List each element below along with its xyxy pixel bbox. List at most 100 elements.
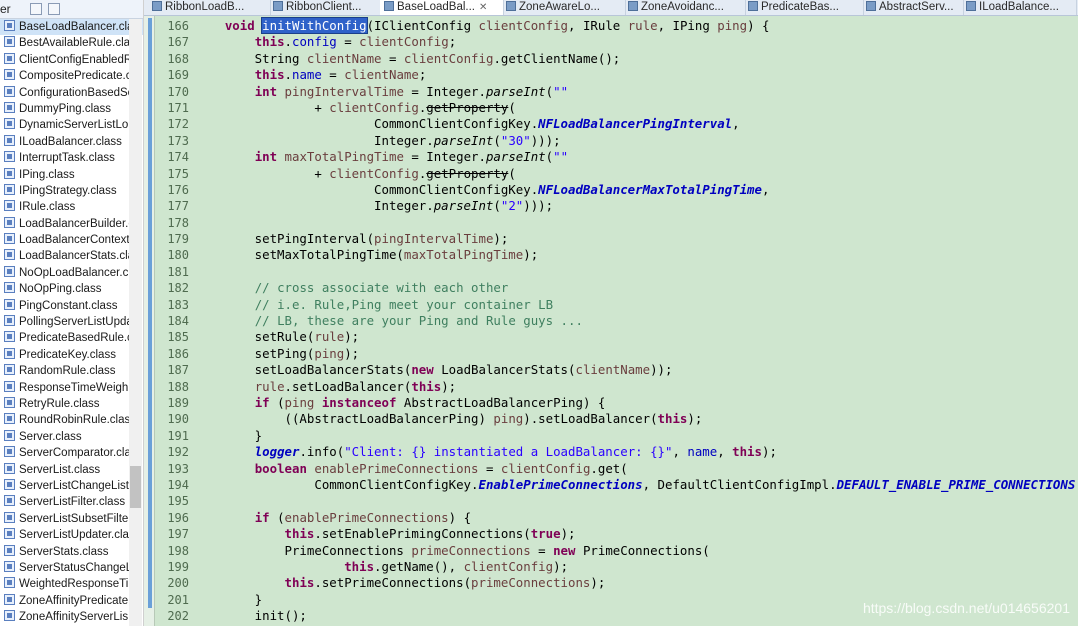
editor-tab[interactable]: RibbonClient... — [269, 0, 382, 15]
code-token: = — [530, 542, 554, 558]
class-file-icon — [966, 1, 976, 11]
line-number: 181 — [167, 264, 189, 279]
editor-tab[interactable]: AbstractServ... — [862, 0, 964, 15]
code-line: 193 boolean enablePrimeConnections = cli… — [155, 461, 1078, 477]
class-file-label: ConfigurationBasedSe — [19, 86, 135, 99]
code-token: , — [732, 116, 740, 132]
code-line: 194 CommonClientConfigKey.EnablePrimeCon… — [155, 477, 1078, 493]
close-tab-icon[interactable]: ✕ — [479, 2, 487, 13]
code-token: int — [254, 83, 278, 99]
class-file-item[interactable]: IPing.class — [0, 167, 143, 183]
class-file-label: PollingServerListUpda — [19, 316, 133, 329]
class-file-icon — [152, 1, 162, 11]
editor-tab[interactable]: RibbonLoadB... — [148, 0, 271, 15]
class-file-label: Server.class — [19, 430, 82, 443]
code-text: Integer.parseInt("30"))); — [195, 133, 561, 148]
code-area[interactable]: 166 void initWithConfig(IClientConfig cl… — [155, 17, 1078, 624]
line-number: 202 — [167, 609, 189, 624]
code-token: clientName — [344, 67, 419, 83]
code-token: .setLoadBalancer( — [284, 378, 412, 394]
class-file-item[interactable]: BaseLoadBalancer.cla — [0, 19, 143, 36]
class-file-item[interactable]: BestAvailableRule.cla — [0, 35, 143, 51]
class-file-item[interactable]: ServerComparator.cla — [0, 445, 143, 461]
class-file-item[interactable]: LoadBalancerBuilder.c — [0, 216, 143, 232]
class-file-item[interactable]: RetryRule.class — [0, 396, 143, 412]
code-editor[interactable]: 166 void initWithConfig(IClientConfig cl… — [144, 16, 1078, 626]
class-file-icon — [4, 36, 15, 48]
code-text: this.name = clientName; — [195, 67, 427, 83]
code-token: this — [657, 411, 688, 427]
code-token: .getClientName(); — [493, 50, 621, 66]
class-file-icon — [4, 347, 15, 359]
class-file-item[interactable]: InterruptTask.class — [0, 150, 143, 166]
class-file-item[interactable]: ZoneAffinityPredicate — [0, 593, 143, 609]
code-text: int pingIntervalTime = Integer.parseInt(… — [195, 84, 568, 99]
class-file-item[interactable]: NoOpPing.class — [0, 281, 143, 297]
class-file-icon — [4, 364, 15, 376]
class-file-item[interactable]: PredicateBasedRule.c — [0, 330, 143, 346]
class-file-item[interactable]: ClientConfigEnabledR — [0, 52, 143, 68]
class-file-item[interactable]: ServerListSubsetFilte — [0, 511, 143, 527]
explorer-scrollbar[interactable] — [129, 19, 142, 626]
class-file-item[interactable]: ZoneAffinityServerLis — [0, 609, 143, 625]
class-file-item[interactable]: ServerStatusChangeL — [0, 560, 143, 576]
class-file-label: ServerComparator.cla — [19, 447, 131, 460]
code-token: rule — [314, 329, 345, 345]
class-file-label: WeightedResponseTi — [19, 578, 129, 591]
class-file-item[interactable]: ServerListFilter.class — [0, 494, 143, 510]
class-file-item[interactable]: RoundRobinRule.clas — [0, 412, 143, 428]
class-file-item[interactable]: ConfigurationBasedSe — [0, 85, 143, 101]
class-file-item[interactable]: IRule.class — [0, 199, 143, 215]
editor-tab-label: RibbonLoadB... — [165, 1, 245, 13]
class-file-item[interactable]: LoadBalancerContext — [0, 232, 143, 248]
class-file-item[interactable]: DynamicServerListLo — [0, 117, 143, 133]
editor-tab[interactable]: ZoneAvoidanc... — [624, 0, 746, 15]
class-file-icon — [4, 216, 15, 228]
class-file-label: IPingStrategy.class — [19, 184, 117, 197]
code-token: clientConfig — [329, 99, 419, 115]
class-file-item[interactable]: ServerList.class — [0, 462, 143, 478]
code-line: 184 // LB, these are your Ping and Rule … — [155, 313, 1078, 329]
class-file-item[interactable]: PredicateKey.class — [0, 347, 143, 363]
class-file-item[interactable]: ResponseTimeWeigh — [0, 380, 143, 396]
class-file-item[interactable]: LoadBalancerStats.cla — [0, 248, 143, 264]
class-file-item[interactable]: NoOpLoadBalancer.cl — [0, 265, 143, 281]
explorer-scrollbar-thumb[interactable] — [130, 466, 141, 508]
link-with-editor-icon[interactable] — [48, 3, 60, 15]
class-file-item[interactable]: RandomRule.class — [0, 363, 143, 379]
class-file-item[interactable]: ILoadBalancer.class — [0, 134, 143, 150]
class-file-label: BestAvailableRule.cla — [19, 37, 131, 50]
overview-marker-bar — [144, 16, 155, 626]
class-file-label: RoundRobinRule.clas — [19, 414, 131, 427]
code-token: PrimeConnections( — [575, 542, 710, 558]
class-file-icon — [4, 446, 15, 458]
class-file-label: RandomRule.class — [19, 365, 116, 378]
class-file-icon — [4, 233, 15, 245]
class-file-item[interactable]: ServerListUpdater.cla — [0, 527, 143, 543]
class-file-item[interactable]: ServerListChangeListe — [0, 478, 143, 494]
editor-tab[interactable]: ILoadBalance... — [962, 0, 1077, 15]
code-token: .setEnablePrimingConnections( — [314, 526, 531, 542]
code-line: 168 String clientName = clientConfig.get… — [155, 51, 1078, 67]
class-file-item[interactable]: PingConstant.class — [0, 298, 143, 314]
class-file-item[interactable]: Server.class — [0, 429, 143, 445]
code-token: this — [284, 526, 315, 542]
class-file-icon — [4, 167, 15, 179]
code-token: . — [284, 34, 292, 50]
editor-tab[interactable]: ZoneAwareLo... — [502, 0, 626, 15]
class-file-item[interactable]: PollingServerListUpda — [0, 314, 143, 330]
editor-tab[interactable]: PredicateBas... — [744, 0, 864, 15]
class-file-label: ILoadBalancer.class — [19, 135, 122, 148]
class-file-item[interactable]: ServerStats.class — [0, 544, 143, 560]
class-file-item[interactable]: IPingStrategy.class — [0, 183, 143, 199]
editor-tab[interactable]: BaseLoadBal... ✕ — [380, 0, 504, 15]
collapse-all-icon[interactable] — [30, 3, 42, 15]
line-number: 170 — [167, 84, 189, 99]
class-file-item[interactable]: WeightedResponseTi — [0, 576, 143, 592]
class-file-item[interactable]: CompositePredicate.c — [0, 68, 143, 84]
class-file-item[interactable]: DummyPing.class — [0, 101, 143, 117]
